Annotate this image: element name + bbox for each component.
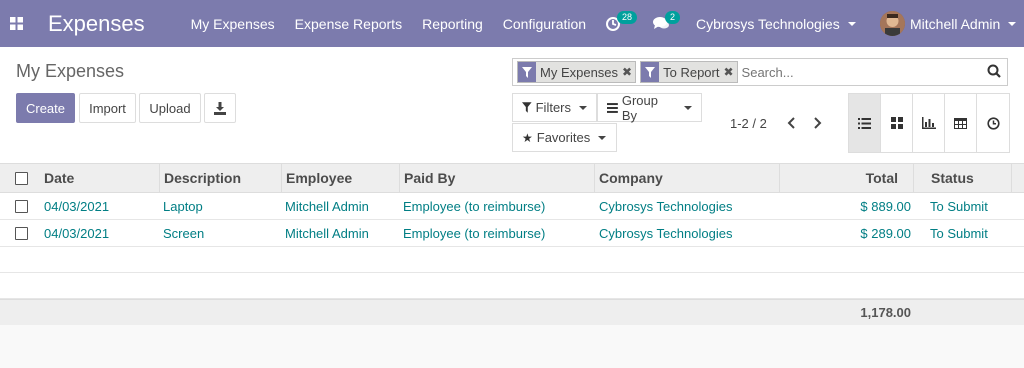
systray: 28 2 Cybrosys Technologies <box>605 0 856 47</box>
messaging-menu[interactable]: 2 <box>653 11 681 31</box>
cell-status: To Submit <box>930 225 988 241</box>
menu-reporting[interactable]: Reporting <box>422 16 483 32</box>
chevron-left-icon <box>787 117 795 129</box>
search-box: My Expenses ✖ To Report ✖ <box>512 58 1008 86</box>
company-name: Cybrosys Technologies <box>696 15 840 32</box>
cell-total: $ 889.00 <box>860 198 911 214</box>
column-header-status[interactable]: Status <box>931 164 974 192</box>
app-brand[interactable]: Expenses <box>48 11 145 37</box>
user-menu[interactable]: Mitchell Admin <box>880 11 1017 36</box>
clock-icon <box>986 116 1000 130</box>
table-row[interactable]: 04/03/2021 Screen Mitchell Admin Employe… <box>0 220 1024 247</box>
cell-total: $ 289.00 <box>860 225 911 241</box>
filter-icon <box>518 62 536 82</box>
column-header-date[interactable]: Date <box>44 164 74 192</box>
expenses-table: Date Description Employee Paid By Compan… <box>0 163 1024 325</box>
star-icon: ★ <box>522 130 533 145</box>
bar-chart-icon <box>921 117 936 129</box>
cell-description: Screen <box>163 225 205 241</box>
menu-my-expenses[interactable]: My Expenses <box>191 16 275 32</box>
cell-employee: Mitchell Admin <box>285 198 369 214</box>
favorites-dropdown[interactable]: ★ Favorites <box>512 123 617 152</box>
menu-configuration[interactable]: Configuration <box>503 16 586 32</box>
breadcrumb: My Expenses <box>16 61 125 81</box>
list-view-button[interactable] <box>849 94 881 152</box>
facet-label: To Report <box>663 64 720 80</box>
group-by-label: Group By <box>621 92 658 123</box>
cell-paid-by: Employee (to reimburse) <box>403 225 546 241</box>
facet-my-expenses: My Expenses ✖ <box>517 61 637 83</box>
row-checkbox[interactable] <box>15 226 28 240</box>
facet-to-report: To Report ✖ <box>640 61 738 83</box>
column-header-description[interactable]: Description <box>164 164 241 192</box>
column-header-employee[interactable]: Employee <box>286 164 352 192</box>
chevron-down-icon <box>847 21 856 26</box>
cell-date: 04/03/2021 <box>44 198 110 214</box>
empty-row <box>0 247 1024 273</box>
pager-next-button[interactable] <box>811 114 825 132</box>
download-icon <box>214 101 226 115</box>
company-switcher[interactable]: Cybrosys Technologies <box>696 16 856 32</box>
activity-badge: 28 <box>617 10 638 24</box>
graph-view-button[interactable] <box>913 94 945 152</box>
select-all-checkbox[interactable] <box>15 171 28 185</box>
menu-expense-reports[interactable]: Expense Reports <box>295 16 402 32</box>
create-button[interactable]: Create <box>16 93 75 123</box>
table-icon <box>954 117 967 129</box>
pager-value[interactable]: 1-2 / 2 <box>730 116 767 131</box>
search-input[interactable] <box>741 64 987 80</box>
pivot-view-button[interactable] <box>945 94 977 152</box>
table-row[interactable]: 04/03/2021 Laptop Mitchell Admin Employe… <box>0 193 1024 220</box>
chevron-down-icon <box>1008 21 1017 26</box>
chevron-down-icon <box>598 135 607 140</box>
close-icon[interactable]: ✖ <box>723 62 736 82</box>
group-by-dropdown[interactable]: Group By <box>597 92 702 123</box>
apps-menu-button[interactable] <box>0 0 32 47</box>
table-header: Date Description Employee Paid By Compan… <box>0 163 1024 193</box>
import-button[interactable]: Import <box>79 93 136 123</box>
kanban-view-button[interactable] <box>881 94 913 152</box>
row-checkbox[interactable] <box>15 199 28 213</box>
filters-label: Filters <box>535 100 571 115</box>
avatar <box>880 11 905 36</box>
pager-previous-button[interactable] <box>784 114 798 132</box>
upload-button[interactable]: Upload <box>139 93 201 123</box>
view-switcher <box>848 93 1010 153</box>
cell-paid-by: Employee (to reimburse) <box>403 198 546 214</box>
empty-row <box>0 273 1024 299</box>
th-large-icon <box>890 117 903 129</box>
column-header-company[interactable]: Company <box>599 164 663 192</box>
cell-company: Cybrosys Technologies <box>599 225 733 241</box>
favorites-label: Favorites <box>536 130 591 145</box>
list-icon <box>858 117 871 129</box>
chevron-down-icon <box>579 105 587 110</box>
filter-icon <box>522 102 532 113</box>
messages-badge: 2 <box>665 11 681 24</box>
activity-menu[interactable]: 28 <box>605 10 638 32</box>
cell-company: Cybrosys Technologies <box>599 198 733 214</box>
table-footer: 1,178.00 <box>0 299 1024 325</box>
bars-icon <box>607 102 618 113</box>
search-icon[interactable] <box>987 64 1001 81</box>
facet-label: My Expenses <box>540 64 619 80</box>
chevron-right-icon <box>814 117 822 129</box>
chevron-down-icon <box>684 105 692 110</box>
filters-dropdown[interactable]: Filters <box>512 93 597 122</box>
export-button[interactable] <box>204 93 236 123</box>
cell-date: 04/03/2021 <box>44 225 110 241</box>
user-name: Mitchell Admin <box>910 15 1001 32</box>
activity-view-button[interactable] <box>977 94 1009 152</box>
column-header-total[interactable]: Total <box>866 164 898 192</box>
filter-icon <box>641 62 660 82</box>
footer-total: 1,178.00 <box>860 305 911 320</box>
column-header-paid-by[interactable]: Paid By <box>404 164 455 192</box>
top-navbar: Expenses My Expenses Expense Reports Rep… <box>0 0 1024 47</box>
cell-status: To Submit <box>930 198 988 214</box>
close-icon[interactable]: ✖ <box>622 62 635 82</box>
grid-icon <box>9 17 23 30</box>
cell-employee: Mitchell Admin <box>285 225 369 241</box>
cell-description: Laptop <box>163 198 203 214</box>
content-background <box>0 325 1024 368</box>
